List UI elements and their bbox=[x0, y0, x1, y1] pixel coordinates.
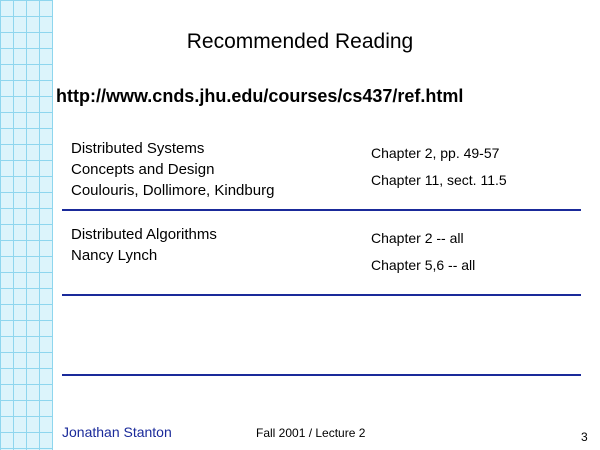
footer-lecture: Fall 2001 / Lecture 2 bbox=[256, 426, 366, 440]
chapter-reference: Chapter 2 -- all bbox=[371, 230, 464, 246]
book-title: Distributed Systems bbox=[71, 140, 205, 157]
book-title: Distributed Algorithms bbox=[71, 226, 217, 243]
book-authors: Coulouris, Dollimore, Kindburg bbox=[71, 182, 275, 199]
reference-url: http://www.cnds.jhu.edu/courses/cs437/re… bbox=[56, 86, 464, 106]
book-subtitle: Concepts and Design bbox=[71, 161, 215, 178]
divider-rule bbox=[62, 294, 581, 296]
chapter-reference: Chapter 2, pp. 49-57 bbox=[371, 145, 500, 161]
book-authors: Nancy Lynch bbox=[71, 247, 158, 264]
decorative-grid-strip bbox=[0, 0, 53, 450]
divider-rule bbox=[62, 209, 581, 211]
book-entry: Distributed Systems Concepts and Design … bbox=[71, 138, 274, 201]
chapter-reference: Chapter 11, sect. 11.5 bbox=[371, 172, 507, 188]
chapter-reference: Chapter 5,6 -- all bbox=[371, 257, 476, 273]
book-entry: Distributed Algorithms Nancy Lynch bbox=[71, 224, 217, 266]
slide-title: Recommended Reading bbox=[186, 30, 414, 53]
page-number: 3 bbox=[581, 430, 588, 444]
divider-rule bbox=[62, 374, 581, 376]
footer-author: Jonathan Stanton bbox=[62, 424, 172, 440]
